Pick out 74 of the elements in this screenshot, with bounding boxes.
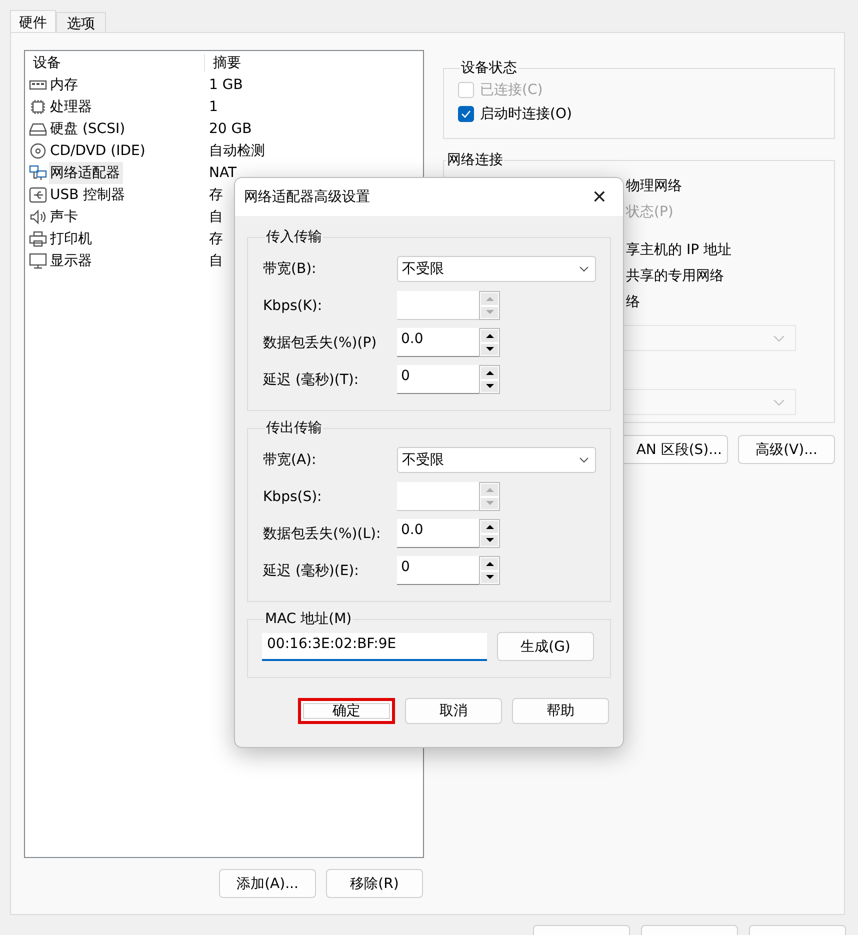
disk-drive-icon [29,121,47,137]
column-header[interactable]: 设备 [25,54,205,72]
device-name[interactable]: 打印机 [49,228,95,250]
close-button[interactable]: ✕ [588,186,611,208]
device-name[interactable]: 显示器 [49,250,95,272]
device-name[interactable]: CD/DVD (IDE) [49,141,148,161]
dialog-button[interactable]: 帮助 [512,698,609,724]
device-summary: 20 GB [209,121,252,137]
device-name[interactable]: USB 控制器 [49,184,128,206]
spinner-arrows-icon[interactable] [479,365,500,394]
field-label: 延迟 (毫秒)(T): [263,370,360,388]
checkbox-label[interactable]: 启动时连接(O) [480,105,572,123]
monitor-icon [29,253,47,269]
checkbox[interactable] [458,106,474,122]
device-summary: 自 [209,252,223,270]
field-label: 带宽(A): [263,450,318,468]
field-label: Kbps(S): [263,488,323,504]
field-label: Kbps(K): [263,298,324,314]
device-summary: 自动检测 [209,142,265,160]
tab[interactable]: 选项 [56,12,106,32]
option-label[interactable]: 络 [626,291,834,313]
speaker-icon [29,209,47,225]
device-summary: 1 GB [209,77,243,93]
network-icon [29,165,47,181]
device-summary: 存 [209,186,223,204]
device-summary: NAT [209,165,237,181]
usb-icon [29,187,47,203]
chip-icon [29,99,47,115]
dialog-button[interactable]: 取消 [405,698,502,724]
network-button[interactable]: 高级(V)... [738,435,835,464]
column-header[interactable]: 摘要 [205,54,241,72]
chevron-down-icon [773,334,785,342]
device-name[interactable]: 网络适配器 [49,162,123,184]
number-field[interactable]: 0 [397,365,479,394]
device-summary: 自 [209,208,223,226]
dialog-button[interactable]: 确定 [298,698,395,724]
field-label: 数据包丢失(%)(P) [263,334,378,352]
field-label: 数据包丢失(%)(L): [263,524,382,542]
chevron-down-icon [579,456,589,462]
option-label[interactable]: 享主机的 IP 地址 [626,239,834,261]
number-field[interactable]: 0 [397,556,479,585]
dialog-title: 网络适配器高级设置 [244,188,370,206]
device-name[interactable]: 内存 [49,74,81,96]
group-title: 传入传输 [265,228,323,246]
printer-icon [29,231,47,247]
mac-address-field[interactable]: 00:16:3E:02:BF:9E [262,632,487,660]
tab[interactable]: 硬件 [10,10,56,32]
chevron-down-icon [773,398,785,406]
generate-button[interactable]: 生成(G) [497,632,594,661]
device-name[interactable]: 处理器 [49,96,95,118]
number-field[interactable]: 0.0 [397,519,479,548]
number-field[interactable]: 0.0 [397,328,479,357]
group-title: 网络连接 [446,151,504,169]
field-label: 带宽(B): [263,260,318,278]
chevron-down-icon [579,266,589,272]
group-title: 设备状态 [460,59,518,77]
bandwidth-dropdown[interactable]: 不受限 [397,256,596,282]
option-label[interactable]: 共享的专用网络 [626,265,834,287]
option-label[interactable]: 物理网络 [626,175,834,197]
device-name[interactable]: 声卡 [49,206,81,228]
list-button[interactable]: 添加(A)... [219,869,316,898]
group-title: MAC 地址(M) [264,610,353,628]
disc-icon [29,143,47,159]
spinner-arrows-icon[interactable] [479,519,500,548]
spinner-arrows-icon[interactable] [479,328,500,357]
list-button[interactable]: 移除(R) [326,869,423,898]
group-title: 传出传输 [265,419,323,437]
bandwidth-dropdown[interactable]: 不受限 [397,446,596,472]
spinner-arrows-icon[interactable] [479,556,500,585]
checkmark-icon [461,110,471,118]
field-label: 延迟 (毫秒)(E): [263,562,360,580]
device-summary: 1 [209,99,218,115]
device-summary: 存 [209,230,223,248]
device-name[interactable]: 硬盘 (SCSI) [49,118,128,140]
